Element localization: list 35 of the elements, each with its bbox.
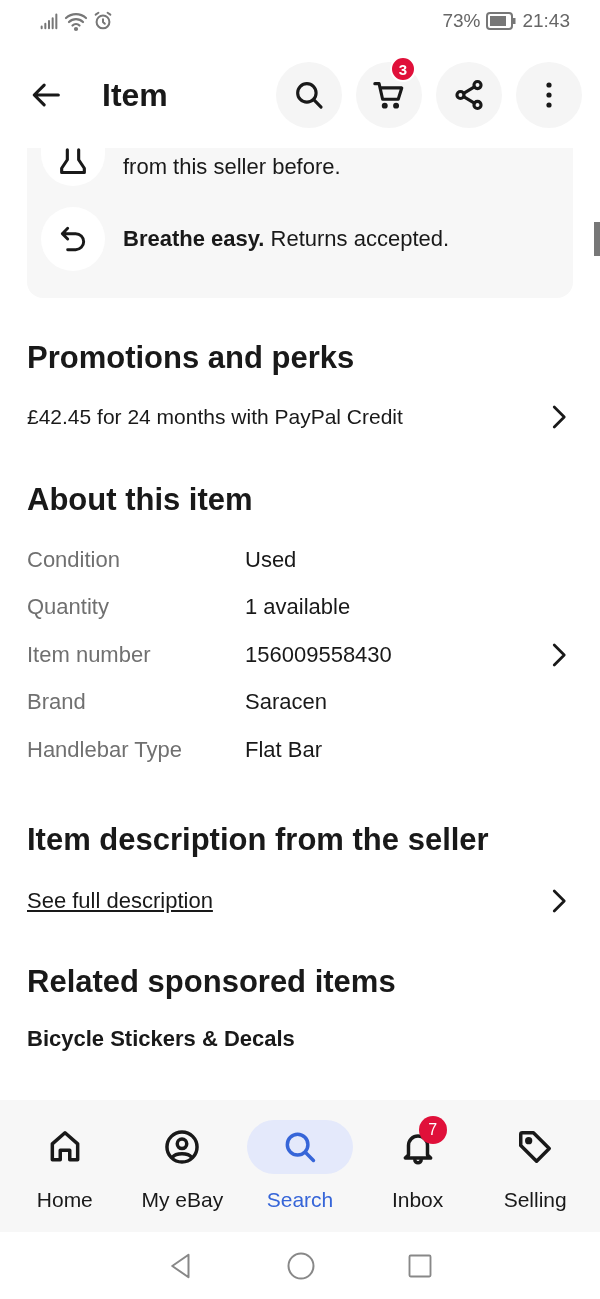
battery-icon [486,12,517,30]
category-heading: Bicycle Stickers & Decals [27,1025,296,1052]
detail-value: Saracen [245,689,328,716]
home-circle-icon [286,1250,316,1281]
detail-value: Used [245,546,298,573]
alarm-icon [92,10,114,32]
detail-value: 156009558430 [245,641,393,668]
section-heading: Related sponsored items [27,963,397,1000]
description-link[interactable]: See full description [27,887,213,914]
detail-label: Item number [27,641,152,668]
section-heading: Item description from the seller [27,821,490,858]
share-icon [452,78,486,112]
scroll-bar [594,222,600,256]
section-heading: About this item [27,482,254,518]
more-icon [546,82,552,108]
account-icon [163,1128,202,1166]
detail-label: Quantity [27,594,110,621]
notification-badge: 7 [418,1116,447,1144]
detail-label: Brand [27,689,87,716]
assurance-text: from this seller before. [123,154,341,180]
battery-percentage: 73% [442,10,481,32]
offer-row[interactable]: £42.45 for 24 months with PayPal Credit [27,390,573,444]
detail-label: Handlebar Type [27,736,183,763]
page-title: Item [102,76,169,114]
detail-label: Condition [27,546,121,573]
cart-count-badge: 3 [390,56,416,82]
assurance-text: Breathe easy. Returns accepted. [123,226,450,252]
credit-offer-text: £42.45 for 24 months with PayPal Credit [27,405,403,429]
nav-tab[interactable]: Home [8,1120,121,1212]
section-heading: Promotions and perks [27,340,356,376]
nav-tab[interactable]: My eBay [126,1120,239,1212]
clock-time: 21:43 [522,10,570,32]
detail-value: Flat Bar [245,736,324,763]
nav-tab[interactable]: Selling [479,1120,592,1212]
detail-value: 1 available [245,594,352,621]
